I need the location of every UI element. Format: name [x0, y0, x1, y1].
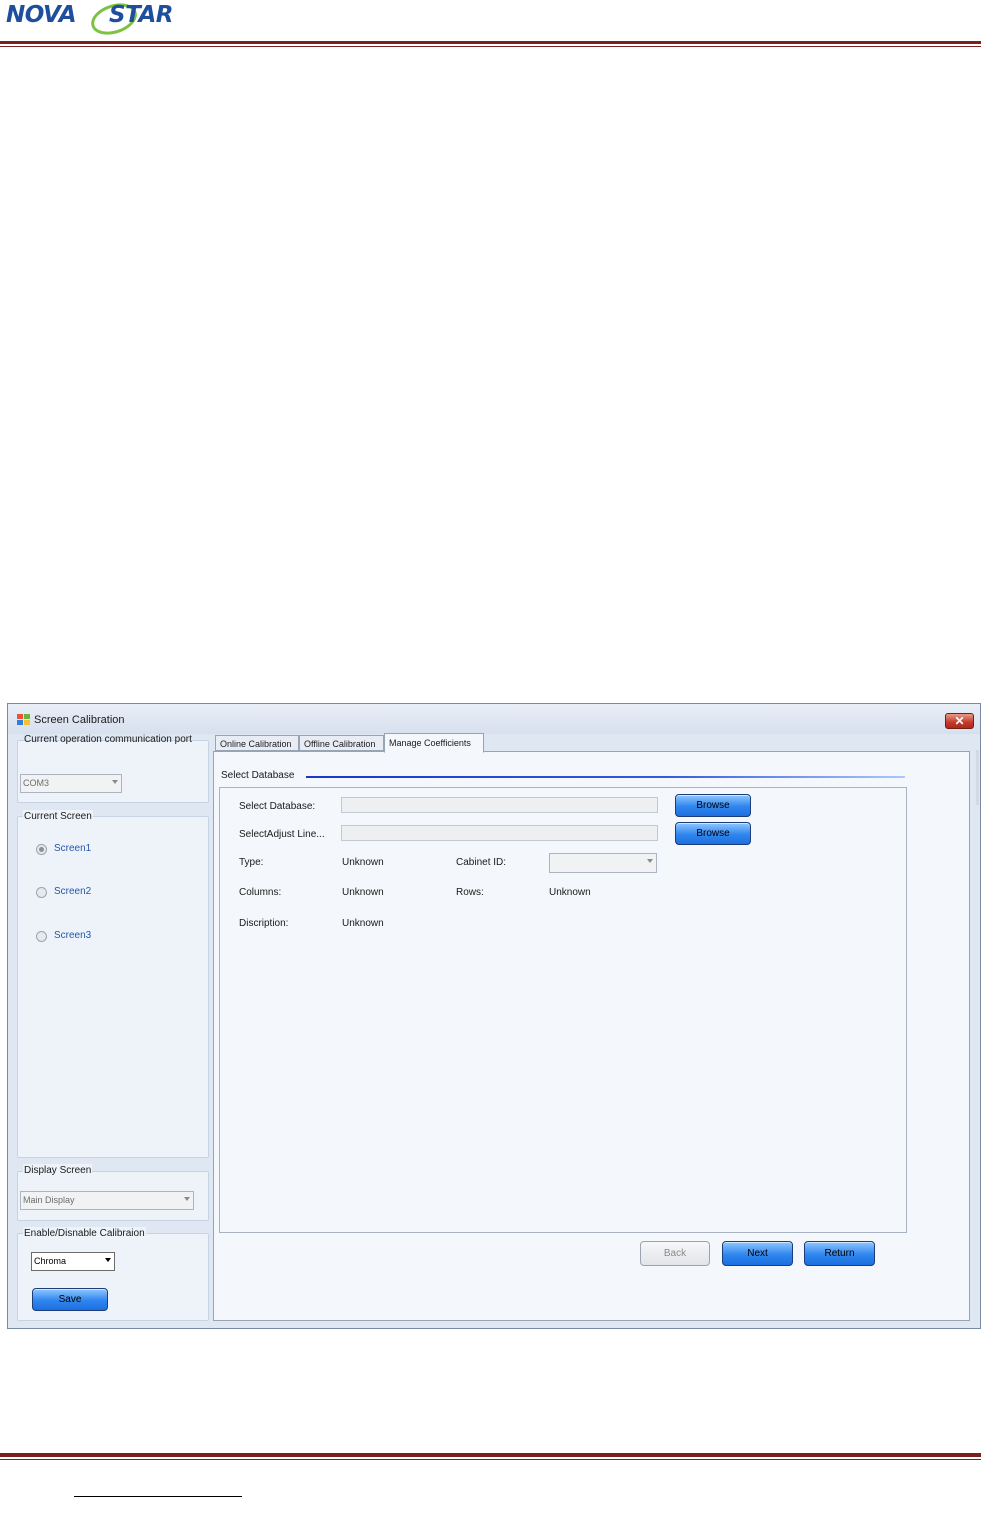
radio-icon[interactable] [36, 844, 47, 855]
return-button[interactable]: Return [804, 1241, 875, 1266]
close-button[interactable]: ✕ [945, 713, 974, 729]
title-bar[interactable]: Screen Calibration ✕ [8, 704, 980, 734]
rows-label: Rows: [456, 887, 484, 898]
logo-text-nova: NOVA [6, 2, 77, 28]
radio-label: Screen3 [54, 930, 92, 941]
chevron-down-icon [105, 1258, 111, 1262]
tab-manage-coefficients[interactable]: Manage Coefficients [384, 733, 484, 753]
calibration-mode-select[interactable]: Chroma [31, 1252, 115, 1271]
columns-value: Unknown [342, 887, 384, 898]
select-database-input[interactable] [341, 797, 658, 813]
description-value: Unknown [342, 918, 384, 929]
cabinet-id-label: Cabinet ID: [456, 857, 507, 868]
back-button[interactable]: Back [640, 1241, 710, 1266]
screen-calibration-window: Screen Calibration ✕ Current operation c… [7, 703, 981, 1329]
comm-port-legend: Current operation communication port [24, 734, 192, 745]
browse-database-button[interactable]: Browse [675, 794, 751, 817]
radio-icon[interactable] [36, 887, 47, 898]
next-button[interactable]: Next [722, 1241, 793, 1266]
close-icon: ✕ [954, 714, 965, 728]
app-windows-icon [17, 714, 30, 725]
calibration-mode-value: Chroma [34, 1256, 67, 1266]
type-label: Type: [239, 857, 264, 868]
columns-label: Columns: [239, 887, 282, 898]
description-label: Discription: [239, 918, 289, 929]
browse-adjust-line-button[interactable]: Browse [675, 822, 751, 845]
comm-port-group [17, 740, 209, 803]
select-adjust-line-label: SelectAdjust Line... [239, 829, 325, 840]
section-divider [306, 776, 905, 778]
display-screen-legend: Display Screen [23, 1164, 93, 1177]
cabinet-id-select[interactable] [549, 853, 657, 873]
window-title: Screen Calibration [34, 714, 125, 726]
radio-label: Screen1 [54, 843, 92, 854]
save-button[interactable]: Save [32, 1288, 108, 1311]
display-screen-value: Main Display [23, 1195, 75, 1205]
novastar-logo: NOVA STAR [6, 0, 196, 40]
radio-icon[interactable] [36, 931, 47, 942]
com-port-value: COM3 [23, 778, 50, 788]
footer-rule [0, 1453, 981, 1461]
type-value: Unknown [342, 857, 384, 868]
select-database-label: Select Database: [239, 801, 316, 812]
chevron-down-icon [184, 1197, 190, 1201]
current-screen-legend: Current Screen [23, 810, 93, 823]
display-screen-select[interactable]: Main Display [20, 1191, 194, 1210]
section-title: Select Database [221, 770, 295, 781]
calibration-legend: Enable/Disnable Calibraion [23, 1227, 146, 1240]
current-screen-group [17, 816, 209, 1158]
header-rule [0, 41, 981, 48]
select-adjust-line-input[interactable] [341, 825, 658, 841]
scroll-edge [976, 750, 979, 805]
footnote-line [74, 1496, 242, 1497]
chevron-down-icon [647, 859, 653, 863]
rows-value: Unknown [549, 887, 591, 898]
tab-offline-calibration[interactable]: Offline Calibration [299, 735, 384, 751]
chevron-down-icon [112, 780, 118, 784]
logo-text-star: STAR [109, 2, 173, 28]
radio-label: Screen2 [54, 886, 92, 897]
com-port-select[interactable]: COM3 [20, 774, 122, 793]
tab-online-calibration[interactable]: Online Calibration [215, 735, 299, 751]
